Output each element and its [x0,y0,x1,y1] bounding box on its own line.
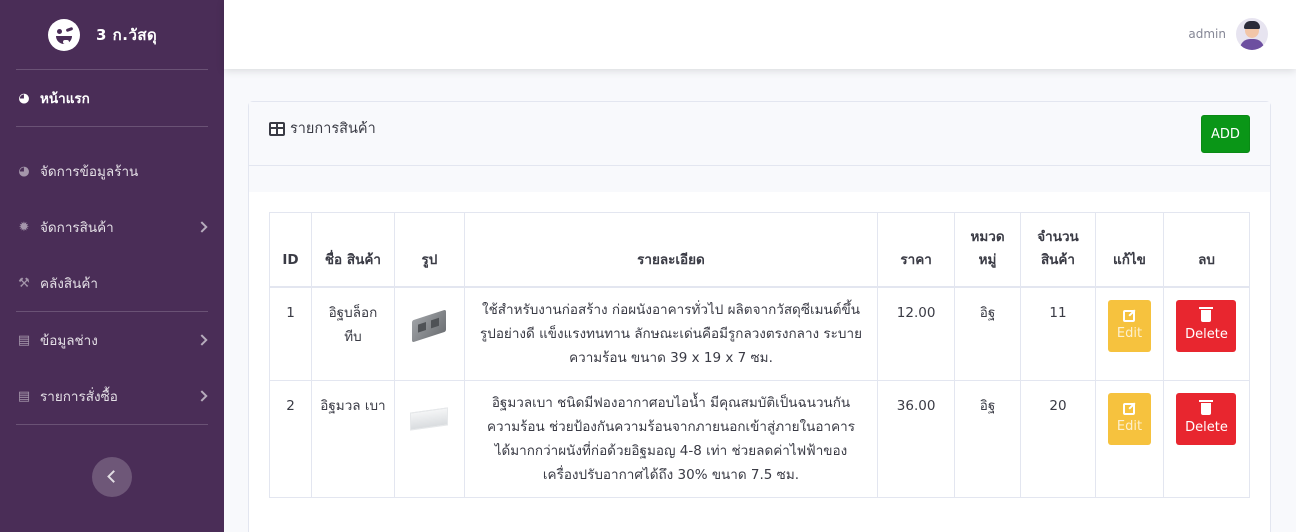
sidebar-divider [16,424,208,425]
sidebar-item-label: คลังสินค้า [40,276,98,292]
cell-delete: Delete [1162,379,1251,498]
chevron-right-icon [196,221,208,233]
cell-edit: Edit [1094,286,1164,381]
sidebar-item-home[interactable]: ◕ หน้าแรก [0,70,224,126]
column-header[interactable]: หมวด หมู่ [954,212,1022,288]
gauge-icon: ◕ [18,163,30,179]
cell-category: อิฐ [954,286,1022,381]
column-header[interactable]: ชื่อ สินค้า [310,212,395,288]
sidebar-item-label: จัดการข้อมูลร้าน [40,164,139,180]
cell-id: 1 [269,286,312,381]
card-title-text: รายการสินค้า [290,121,376,137]
sidebar-item-label: หน้าแรก [40,91,90,107]
edit-button[interactable]: Edit [1107,299,1151,352]
cell-qty: 20 [1020,379,1096,498]
list-icon: ▤ [17,388,31,404]
topbar: admin [224,0,1296,69]
cell-detail: ใช้สำหรับงานก่อสร้าง ก่อผนังอาคารทั่วไป … [463,286,879,381]
card-title: รายการสินค้า [269,117,376,140]
add-button[interactable]: ADD [1201,115,1250,153]
sidebar-item-store-info[interactable]: ◕ จัดการข้อมูลร้าน [0,143,224,199]
delete-label: Delete [1185,419,1228,435]
laughing-face-icon [48,18,80,51]
sidebar-toggle-button[interactable] [92,457,132,497]
product-thumbnail[interactable] [409,400,449,440]
card-header: รายการสินค้า ADD [249,102,1270,166]
delete-label: Delete [1185,326,1228,342]
brand-name: 3 ก.วัสดุ [96,25,158,44]
username: admin [1188,27,1226,41]
table-header-row: ID ชื่อ สินค้า รูป รายละเอียด ราคา หมวด … [269,212,1251,288]
edit-label: Edit [1116,419,1143,434]
brand[interactable]: 3 ก.วัสดุ [0,0,224,69]
edit-icon [1123,310,1136,322]
sidebar-item-label: ข้อมูลช่าง [40,333,98,349]
column-header[interactable]: รูป [393,212,465,288]
product-table: ID ชื่อ สินค้า รูป รายละเอียด ราคา หมวด … [269,212,1251,498]
sidebar-item-label: จัดการสินค้า [40,220,114,236]
edit-label: Edit [1116,326,1143,341]
table-row: 2 อิฐมวล เบา อิฐมวลเบา ชนิดมีฟองอากาศอบไ… [269,379,1251,498]
cell-price: 36.00 [877,379,956,498]
table-icon [269,121,285,136]
cell-qty: 11 [1020,286,1096,381]
gauge-icon: ◕ [18,90,30,106]
cell-name: อิฐบล็อก ทีบ [310,286,395,381]
column-header[interactable]: รายละเอียด [463,212,879,288]
cell-edit: Edit [1094,379,1164,498]
cell-detail: อิฐมวลเบา ชนิดมีฟองอากาศอบไอน้ำ มีคุณสมบ… [463,379,879,498]
cell-image [393,379,465,498]
sidebar-item-label: รายการสั่งซื้อ [40,389,118,405]
sidebar-item-technicians[interactable]: ▤ ข้อมูลช่าง [0,312,224,368]
column-header[interactable]: ID [269,212,312,288]
list-icon: ▤ [17,332,31,348]
sidebar: 3 ก.วัสดุ ◕ หน้าแรก ◕ จัดการข้อมูลร้าน ✹… [0,0,224,532]
sidebar-item-manage-products[interactable]: ✹ จัดการสินค้า [0,199,224,255]
column-header[interactable]: ราคา [877,212,956,288]
column-header[interactable]: จำนวน สินค้า [1020,212,1096,288]
column-header[interactable]: แก้ไข [1094,212,1164,288]
chevron-right-icon [196,334,208,346]
cell-name: อิฐมวล เบา [310,379,395,498]
sidebar-item-inventory[interactable]: ⚒ คลังสินค้า [0,255,224,311]
column-header[interactable]: ลบ [1162,212,1251,288]
product-thumbnail[interactable] [409,307,449,347]
wrench-icon: ⚒ [18,275,30,291]
avatar[interactable] [1236,18,1268,50]
cell-category: อิฐ [954,379,1022,498]
cell-id: 2 [269,379,312,498]
delete-button[interactable]: Delete [1176,299,1237,352]
cell-delete: Delete [1162,286,1251,381]
cell-price: 12.00 [877,286,956,381]
cell-image [393,286,465,381]
delete-button[interactable]: Delete [1176,392,1237,445]
edit-button[interactable]: Edit [1107,392,1151,445]
user-menu[interactable]: admin [1188,18,1268,50]
trash-icon [1199,399,1214,415]
table-row: 1 อิฐบล็อก ทีบ ใช้สำหรับงานก่อสร้าง ก่อผ… [269,286,1251,381]
edit-icon [1123,403,1136,415]
trash-icon [1199,306,1214,322]
gear-icon: ✹ [18,219,30,235]
sidebar-item-orders[interactable]: ▤ รายการสั่งซื้อ [0,368,224,424]
chevron-right-icon [196,390,208,402]
product-list-card: รายการสินค้า ADD ID ชื่อ สินค้า รูป รายล… [248,101,1271,532]
